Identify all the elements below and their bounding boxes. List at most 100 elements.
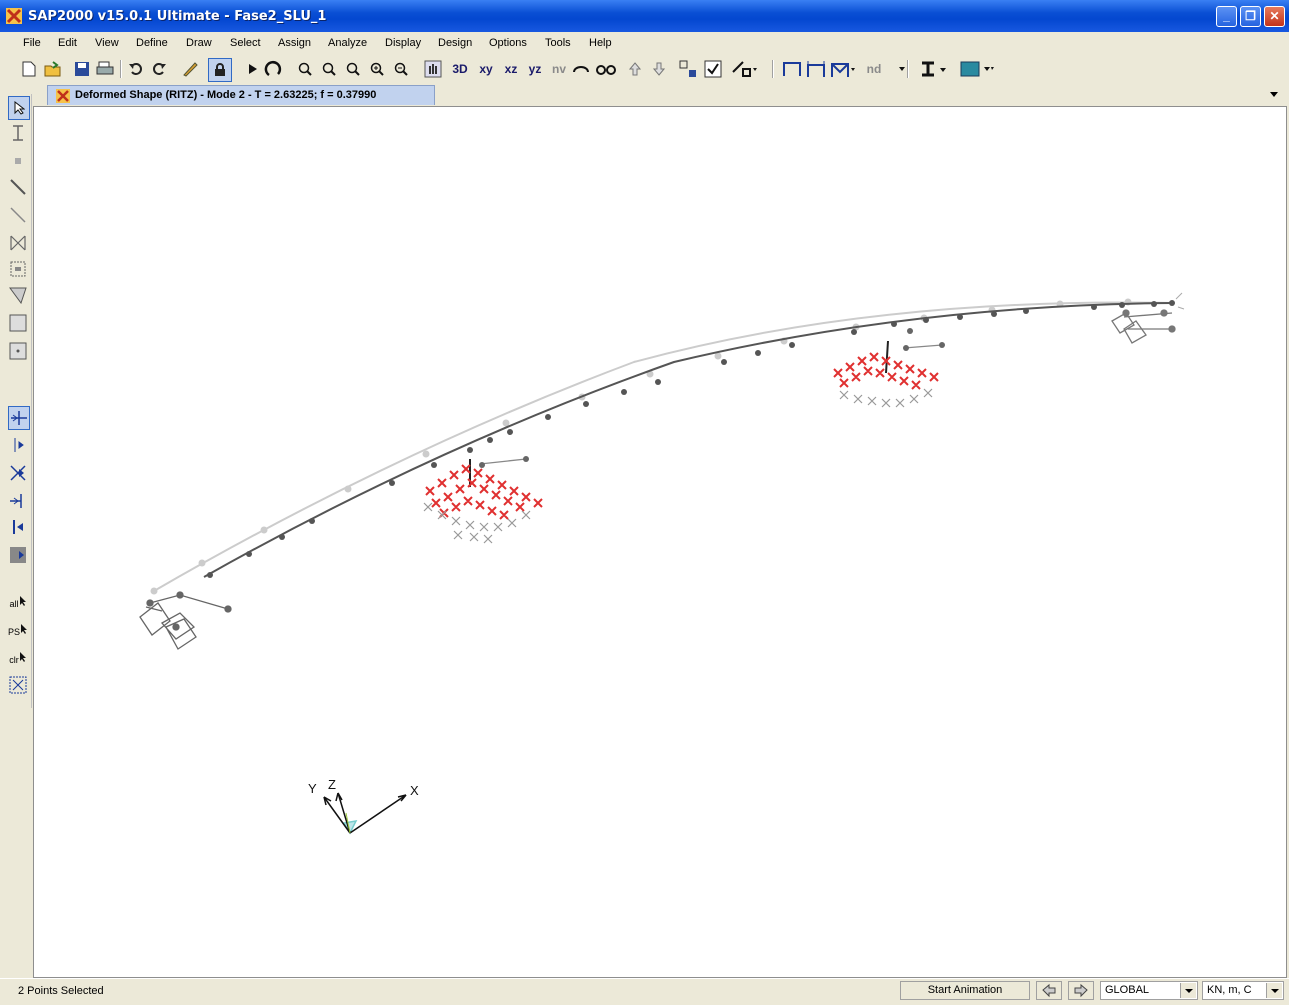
pointer-icon[interactable] — [8, 96, 30, 120]
zoom-step-in-icon[interactable] — [368, 58, 386, 80]
menu-tools[interactable]: Tools — [545, 37, 571, 49]
view-3d-button[interactable]: 3D — [451, 58, 469, 80]
units-value: KN, m, C — [1207, 984, 1252, 996]
clear-selection-button[interactable]: clr — [8, 646, 28, 668]
model-view-canvas[interactable]: Y Z X — [33, 106, 1287, 978]
perspective-toggle-icon[interactable] — [596, 58, 616, 80]
undeformed-arch — [153, 301, 1175, 592]
view-xy-button[interactable]: xy — [477, 58, 495, 80]
menu-analyze[interactable]: Analyze — [328, 37, 367, 49]
menu-display[interactable]: Display — [385, 37, 421, 49]
menu-options[interactable]: Options — [489, 37, 527, 49]
quick-draw-frame-icon[interactable] — [8, 204, 28, 226]
arrow-right-icon — [1074, 983, 1088, 998]
save-icon[interactable] — [73, 58, 91, 80]
chevron-down-icon — [1266, 983, 1282, 998]
selection-status: 2 Points Selected — [18, 985, 104, 997]
frame-sections-icon[interactable] — [920, 58, 946, 80]
draw-point-icon[interactable] — [8, 150, 28, 172]
draw-poly-area-icon[interactable] — [8, 284, 28, 306]
intersecting-line-icon[interactable] — [8, 462, 28, 484]
menu-define[interactable]: Define — [136, 37, 168, 49]
sap2000-logo-icon — [6, 8, 22, 24]
units-select[interactable]: KN, m, C — [1202, 981, 1284, 1000]
menu-draw[interactable]: Draw — [186, 37, 212, 49]
show-shell-forces-icon[interactable] — [830, 58, 856, 80]
deselect-icon[interactable] — [8, 490, 28, 512]
move-down-icon[interactable] — [650, 58, 668, 80]
undo-icon[interactable] — [127, 58, 145, 80]
draw-joint-icon[interactable] — [8, 122, 28, 144]
deformed-nodes — [207, 300, 1175, 578]
select-all-icon[interactable] — [8, 406, 30, 430]
view-xz-button[interactable]: xz — [502, 58, 520, 80]
named-views-button[interactable]: nv — [550, 58, 568, 80]
animation-back-button[interactable] — [1036, 981, 1062, 1000]
menu-file[interactable]: File — [23, 37, 41, 49]
select-by-property-icon[interactable] — [8, 544, 28, 566]
open-file-icon[interactable] — [44, 58, 62, 80]
select-all-label: all — [9, 599, 19, 609]
quick-draw-area-icon[interactable] — [8, 340, 28, 362]
title-bar: SAP2000 v15.0.1 Ultimate - Fase2_SLU_1 _… — [0, 0, 1289, 32]
menu-edit[interactable]: Edit — [58, 37, 77, 49]
menu-assign[interactable]: Assign — [278, 37, 311, 49]
nd-button[interactable]: nd — [865, 58, 883, 80]
refresh-view-icon[interactable] — [264, 58, 282, 80]
toolbar-separator — [120, 60, 122, 78]
zoom-step-out-icon[interactable] — [392, 58, 410, 80]
axis-triad — [323, 792, 407, 835]
status-bar: 2 Points Selected Start Animation GLOBAL… — [0, 978, 1289, 1002]
pencil-icon[interactable] — [181, 58, 199, 80]
redo-icon[interactable] — [150, 58, 168, 80]
left-toolbar: all PS clr — [5, 94, 32, 708]
zoom-window-icon[interactable] — [296, 58, 314, 80]
set-display-options-icon[interactable] — [704, 58, 722, 80]
show-undeformed-icon[interactable] — [731, 58, 757, 80]
zoom-in-icon[interactable] — [320, 58, 338, 80]
object-shrink-icon[interactable] — [679, 58, 697, 80]
menu-view[interactable]: View — [95, 37, 119, 49]
menu-design[interactable]: Design — [438, 37, 472, 49]
sap2000-logo-icon — [56, 89, 70, 103]
new-model-icon[interactable] — [20, 58, 38, 80]
pan-hand-icon[interactable] — [424, 58, 442, 80]
maximize-button[interactable]: ❐ — [1240, 6, 1261, 27]
draw-section-cut-icon[interactable] — [8, 258, 28, 280]
run-analysis-icon[interactable] — [244, 58, 262, 80]
draw-frame-icon[interactable] — [8, 176, 28, 198]
clear-selection-icon[interactable] — [8, 516, 28, 538]
menu-select[interactable]: Select — [230, 37, 261, 49]
select-previous-button[interactable]: PS — [8, 618, 28, 640]
toolbar-separator — [907, 60, 909, 78]
move-up-icon[interactable] — [626, 58, 644, 80]
zoom-out-icon[interactable] — [344, 58, 362, 80]
menu-help[interactable]: Help — [589, 37, 612, 49]
show-selection-only-icon[interactable] — [8, 674, 28, 696]
menu-bar: File Edit View Define Draw Select Assign… — [0, 32, 1289, 54]
select-all-button[interactable]: all — [8, 590, 28, 612]
draw-braces-icon[interactable] — [8, 232, 28, 254]
chevron-down-icon — [1180, 983, 1196, 998]
tab-deformed-shape[interactable]: Deformed Shape (RITZ) - Mode 2 - T = 2.6… — [47, 85, 435, 105]
show-frame-forces-icon[interactable] — [782, 58, 802, 80]
rotate-3d-icon[interactable] — [572, 58, 590, 80]
select-previous-label: PS — [8, 627, 21, 637]
undeformed-nodes — [150, 298, 1132, 595]
tab-label: Deformed Shape (RITZ) - Mode 2 - T = 2.6… — [75, 89, 377, 101]
select-previous-icon[interactable] — [8, 434, 28, 456]
animation-forward-button[interactable] — [1068, 981, 1094, 1000]
close-button[interactable]: ✕ — [1264, 6, 1285, 27]
view-yz-button[interactable]: yz — [526, 58, 544, 80]
lock-model-icon[interactable] — [208, 58, 232, 82]
draw-rect-area-icon[interactable] — [8, 312, 28, 334]
start-animation-button[interactable]: Start Animation — [900, 981, 1030, 1000]
print-icon[interactable] — [96, 58, 114, 80]
tab-menu-icon[interactable] — [1270, 92, 1278, 97]
coordinate-system-select[interactable]: GLOBAL — [1100, 981, 1198, 1000]
toolbar-separator — [772, 60, 774, 78]
show-frame-stresses-icon[interactable] — [806, 58, 826, 80]
deformed-shape-drawing: Y Z X — [139, 292, 1185, 835]
display-screen-icon[interactable] — [960, 58, 994, 80]
minimize-button[interactable]: _ — [1216, 6, 1237, 27]
